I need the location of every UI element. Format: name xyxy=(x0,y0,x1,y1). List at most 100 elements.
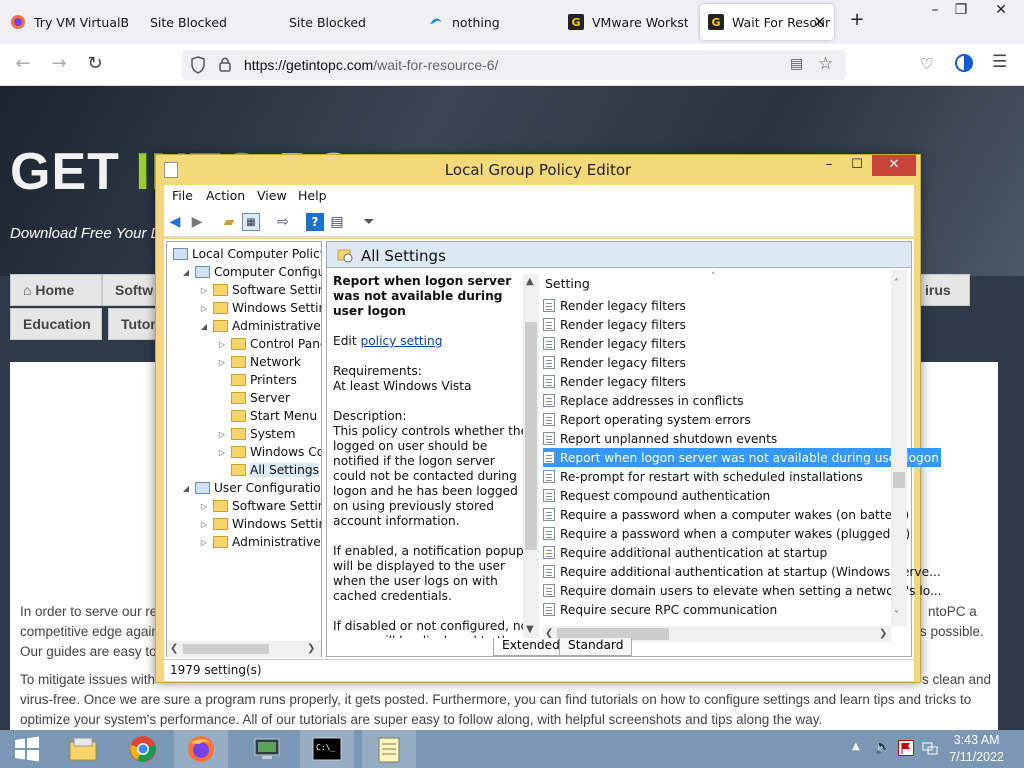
setting-row[interactable]: Require additional authentication at sta… xyxy=(543,562,941,581)
site-nav-tutorials[interactable]: Tutor xyxy=(108,308,162,340)
edit-policy-link[interactable]: policy setting xyxy=(360,334,442,348)
browser-tab[interactable]: G VMware Workstati xyxy=(568,4,688,40)
collapse-arrow-icon[interactable]: ◢ xyxy=(181,268,191,277)
tree-node[interactable]: Printers xyxy=(217,371,297,389)
export-list-icon[interactable]: ⇨ xyxy=(274,213,292,231)
policy-tree[interactable]: Local Computer Policy◢Computer Configura… xyxy=(166,241,322,657)
minimize-icon[interactable]: – xyxy=(816,155,842,176)
system-clock[interactable]: 3:43 AM 7/11/2022 xyxy=(949,732,1004,766)
setting-row[interactable]: Render legacy filters xyxy=(543,315,686,334)
scroll-thumb[interactable] xyxy=(525,322,537,550)
tree-node[interactable]: ▷ Windows Cor xyxy=(217,443,321,461)
pocket-icon[interactable]: ♡ xyxy=(920,55,933,73)
file-explorer-icon[interactable] xyxy=(56,730,110,768)
chrome-icon[interactable] xyxy=(116,730,170,768)
setting-row[interactable]: Render legacy filters xyxy=(543,353,686,372)
url-bar[interactable]: https://getintopc.com/wait-for-resource-… xyxy=(182,50,846,80)
browser-tab-active[interactable]: G Wait For Resour ✕ xyxy=(700,4,834,40)
expand-arrow-icon[interactable]: ▷ xyxy=(199,520,209,529)
scroll-thumb[interactable] xyxy=(893,472,905,488)
forward-arrow-icon[interactable]: → xyxy=(46,52,72,78)
help-icon[interactable]: ? xyxy=(306,213,324,231)
tree-node[interactable]: ◢ User Configuration xyxy=(181,479,321,497)
setting-row[interactable]: Report unplanned shutdown events xyxy=(543,429,777,448)
tree-node[interactable]: ◢ Administrative Te xyxy=(199,317,321,335)
url-text[interactable]: https://getintopc.com/wait-for-resource-… xyxy=(244,57,498,73)
setting-row[interactable]: Render legacy filters xyxy=(543,334,686,353)
scroll-left-icon[interactable]: ❮ xyxy=(170,643,178,654)
tree-node[interactable]: All Settings xyxy=(217,461,319,479)
command-prompt-icon[interactable]: C:\_ xyxy=(300,730,354,768)
reload-icon[interactable]: ↻ xyxy=(82,52,108,78)
tree-node[interactable]: Local Computer Policy xyxy=(171,245,321,263)
setting-row[interactable]: Require a password when a computer wakes… xyxy=(543,524,910,543)
list-vertical-scrollbar[interactable]: ˄ ˅ xyxy=(891,270,907,626)
setting-row[interactable]: Re-prompt for restart with scheduled ins… xyxy=(543,467,863,486)
back-arrow-icon[interactable]: ← xyxy=(10,52,36,78)
browser-tab[interactable]: Site Blocked xyxy=(150,4,260,40)
tab-extended[interactable]: Extended xyxy=(493,638,569,656)
browser-tab[interactable]: Site Blocked xyxy=(289,4,399,40)
tree-node[interactable]: ▷ Windows Setting xyxy=(199,515,321,533)
scroll-down-icon[interactable]: ˅ xyxy=(894,610,899,621)
new-tab-button[interactable]: + xyxy=(842,10,872,32)
tree-node[interactable]: ▷ System xyxy=(217,425,296,443)
tab-standard[interactable]: Standard xyxy=(559,638,633,656)
setting-row[interactable]: Require domain users to elevate when set… xyxy=(543,581,942,600)
scroll-right-icon[interactable]: ❯ xyxy=(879,628,887,639)
expand-arrow-icon[interactable]: ▷ xyxy=(217,340,227,349)
setting-row[interactable]: Render legacy filters xyxy=(543,372,686,391)
tree-node[interactable]: Server xyxy=(217,389,290,407)
speaker-muted-icon[interactable]: 🔈 xyxy=(874,739,891,755)
tree-node[interactable]: ▷ Windows Setting xyxy=(199,299,321,317)
close-icon[interactable]: ✕ xyxy=(813,13,826,31)
scroll-thumb[interactable] xyxy=(183,644,269,654)
firefox-icon[interactable] xyxy=(174,730,228,768)
tree-node[interactable]: Start Menu ar xyxy=(217,407,321,425)
properties-icon[interactable]: ▤ xyxy=(328,213,346,231)
restore-icon[interactable]: ❐ xyxy=(946,0,976,22)
expand-arrow-icon[interactable]: ▷ xyxy=(217,358,227,367)
tree-node[interactable]: ◢ Computer Configura xyxy=(181,263,321,281)
filter-icon[interactable]: ⏷ xyxy=(360,213,378,231)
site-nav-software[interactable]: Softw xyxy=(102,274,162,306)
tree-horizontal-scrollbar[interactable]: ❮ ❯ xyxy=(167,641,321,657)
browser-tab[interactable]: Try VM VirtualBox xyxy=(10,4,128,40)
expand-arrow-icon[interactable]: ▷ xyxy=(217,448,227,457)
shield-icon[interactable] xyxy=(190,56,206,74)
column-header-setting[interactable]: Setting ˄ xyxy=(539,270,889,294)
setting-row[interactable]: Replace addresses in conflicts xyxy=(543,391,743,410)
scroll-down-icon[interactable]: ▼ xyxy=(526,624,534,635)
menu-icon[interactable]: ☰ xyxy=(992,52,1007,72)
expand-arrow-icon[interactable]: ▷ xyxy=(199,286,209,295)
scroll-right-icon[interactable]: ❯ xyxy=(307,643,315,654)
forward-arrow-icon[interactable]: ▶ xyxy=(188,213,206,231)
setting-row[interactable]: Require secure RPC communication xyxy=(543,600,777,619)
reader-view-icon[interactable]: ▤ xyxy=(790,56,803,72)
expand-arrow-icon[interactable]: ▷ xyxy=(199,304,209,313)
tree-node[interactable]: ▷ Network xyxy=(217,353,301,371)
browser-tab[interactable]: nothing xyxy=(428,4,548,40)
up-folder-icon[interactable]: ▰ xyxy=(220,213,238,231)
expand-arrow-icon[interactable]: ▷ xyxy=(217,430,227,439)
tree-node[interactable]: ▷ Software Settings xyxy=(199,497,321,515)
setting-row[interactable]: Report operating system errors xyxy=(543,410,751,429)
show-hidden-icons-icon[interactable]: ▲ xyxy=(852,741,860,752)
scroll-up-icon[interactable]: ˄ xyxy=(894,278,899,289)
setting-row-selected[interactable]: Report when logon server was not availab… xyxy=(543,448,941,467)
menu-action[interactable]: Action xyxy=(206,188,245,203)
tree-node[interactable]: ▷ Software Settings xyxy=(199,281,321,299)
bookmark-star-icon[interactable]: ☆ xyxy=(818,54,833,74)
group-policy-editor-window[interactable]: Local Group Policy Editor – ☐ ✕ File Act… xyxy=(155,154,942,683)
start-button[interactable] xyxy=(0,730,54,768)
menu-help[interactable]: Help xyxy=(298,188,327,203)
account-icon[interactable] xyxy=(955,54,973,75)
maximize-icon[interactable]: ☐ xyxy=(844,155,870,176)
expand-arrow-icon[interactable]: ▷ xyxy=(199,502,209,511)
menu-file[interactable]: File xyxy=(172,188,193,203)
description-scrollbar[interactable]: ▲ ▼ xyxy=(523,274,539,638)
tree-node[interactable]: ▷ Control Panel xyxy=(217,335,321,353)
back-arrow-icon[interactable]: ◀ xyxy=(166,213,184,231)
network-icon[interactable] xyxy=(922,740,938,756)
scroll-up-icon[interactable]: ▲ xyxy=(526,276,534,287)
